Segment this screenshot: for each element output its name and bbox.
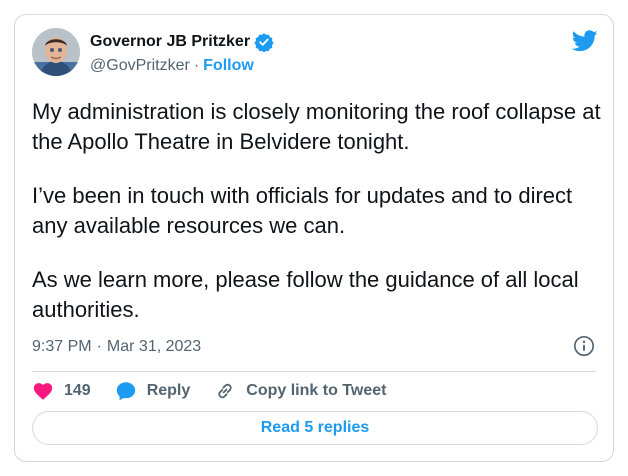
author-avatar[interactable] (32, 28, 80, 76)
handle-separator: · (193, 57, 200, 74)
link-icon (218, 383, 232, 399)
reply-bubble-icon (116, 382, 135, 401)
copy-link-label: Copy link to Tweet (246, 382, 387, 399)
reply-label: Reply (146, 382, 191, 399)
tweet-card: Governor JB Pritzker @GovPritzker · Foll… (14, 14, 614, 462)
like-count: 149 (64, 382, 91, 399)
read-replies-button[interactable]: Read 5 replies (32, 411, 598, 445)
heart-icon (33, 383, 53, 400)
reply-button[interactable]: Reply (115, 380, 191, 402)
tweet-actions: 149 Reply Copy link to Tweet (32, 379, 410, 403)
like-button[interactable]: 149 (32, 380, 91, 402)
author-handle[interactable]: @GovPritzker (90, 57, 190, 75)
copy-link-button[interactable]: Copy link to Tweet (214, 380, 386, 402)
tweet-paragraph: I’ve been in touch with officials for up… (32, 183, 573, 238)
divider (32, 371, 596, 372)
tweet-timestamp: 9:37 PM · Mar 31, 2023 (32, 337, 201, 357)
author-display-name[interactable]: Governor JB Pritzker (90, 33, 250, 51)
tweet-time[interactable]: 9:37 PM (32, 338, 92, 356)
author-names: Governor JB Pritzker @GovPritzker · Foll… (90, 31, 274, 77)
avatar-photo (32, 28, 80, 76)
tweet-header: Governor JB Pritzker @GovPritzker · Foll… (32, 28, 598, 80)
twitter-bird-icon[interactable] (572, 30, 598, 52)
timestamp-separator: · (96, 338, 102, 355)
tweet-text: My administration is closely monitoring … (32, 97, 602, 325)
verified-badge-icon (254, 33, 274, 52)
tweet-paragraph: My administration is closely monitoring … (32, 99, 601, 154)
tweet-date[interactable]: Mar 31, 2023 (107, 338, 201, 356)
tweet-paragraph: As we learn more, please follow the guid… (32, 267, 579, 322)
follow-button[interactable]: Follow (203, 57, 254, 75)
info-icon[interactable] (573, 335, 595, 357)
